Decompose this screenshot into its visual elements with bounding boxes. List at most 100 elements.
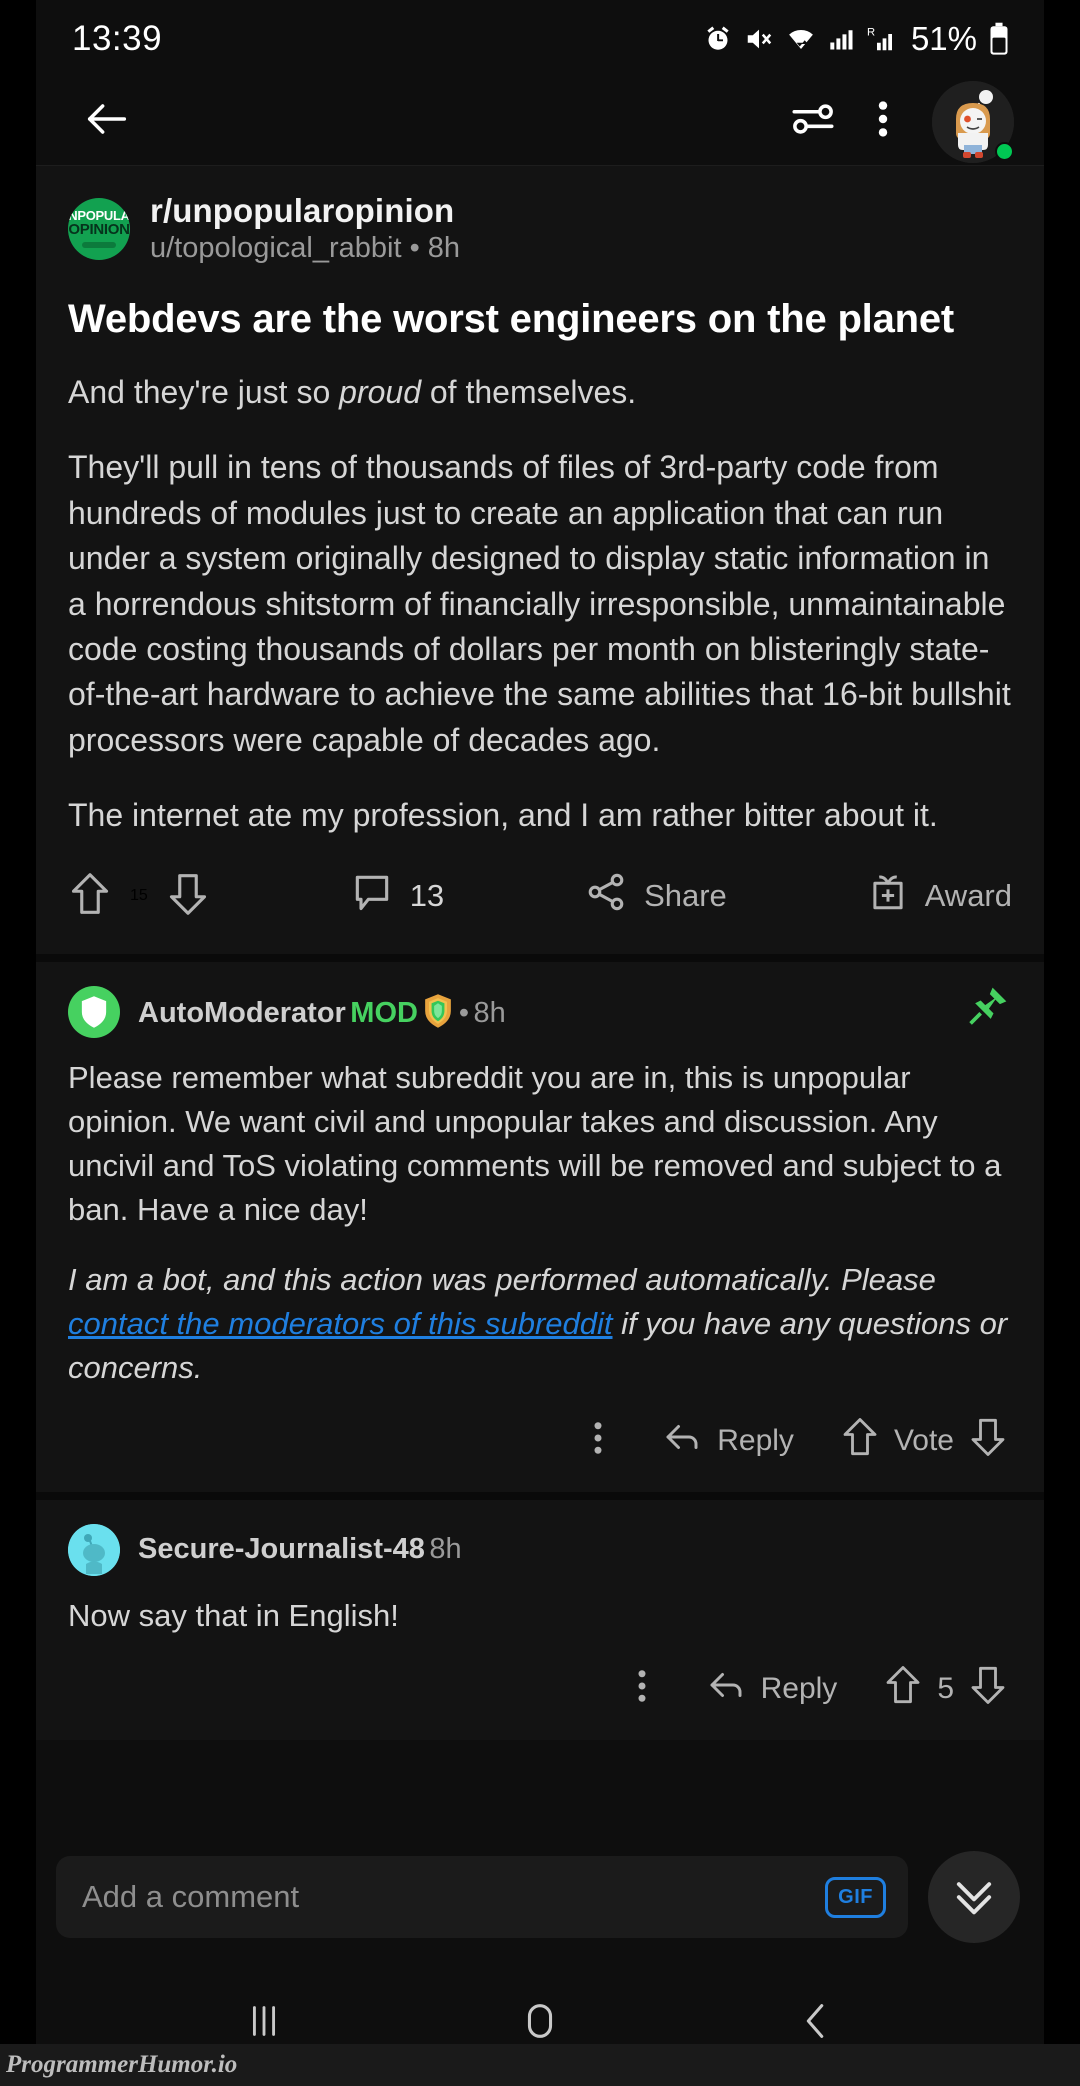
- back-arrow-icon: [81, 93, 133, 150]
- moderator-shield-avatar[interactable]: [68, 985, 120, 1038]
- back-chevron-icon: [793, 1998, 839, 2049]
- comment-body: Please remember what subreddit you are i…: [68, 1056, 1012, 1390]
- double-chevron-down-icon: [948, 1869, 1000, 1926]
- post-header[interactable]: UNPOPULAR OPINION r/unpopularopinion u/t…: [68, 192, 1012, 265]
- comment-time-2: 8h: [429, 1533, 462, 1566]
- phone-screenshot: 13:39 R 51% NPOPULA OPINION r/unpopularo…: [0, 0, 1080, 2086]
- watermark-text: ProgrammerHumor.io: [6, 2051, 238, 2078]
- overflow-menu-button[interactable]: [848, 87, 918, 157]
- post-body: And they're just so proud of themselves.…: [68, 370, 1012, 839]
- comment-reply-button-2[interactable]: Reply: [705, 1664, 838, 1714]
- comment-author[interactable]: AutoModerator: [138, 997, 346, 1029]
- gif-button[interactable]: GIF: [825, 1876, 886, 1918]
- comment-author-line: AutoModerator MOD • 8h: [138, 993, 506, 1030]
- comment-reply-label: Reply: [717, 1423, 794, 1457]
- comment-author-2[interactable]: Secure-Journalist-48: [138, 1533, 425, 1565]
- post-action-bar: 15 13 Share Award: [68, 839, 1012, 954]
- post-share-label: Share: [644, 878, 727, 914]
- pin-icon: [966, 982, 1010, 1035]
- section-divider-2: [36, 1491, 1044, 1500]
- comment-input-placeholder: Add a comment: [82, 1879, 300, 1914]
- signal-icon: [828, 24, 856, 54]
- comment-header: AutoModerator MOD • 8h: [68, 985, 1012, 1038]
- comment-paragraph-1: Please remember what subreddit you are i…: [68, 1059, 1002, 1227]
- status-bar-clock: 13:39: [72, 19, 163, 58]
- subreddit-name[interactable]: r/unpopularopinion: [150, 192, 460, 230]
- bot-footer-pre: I am a bot, and this action was performe…: [68, 1261, 936, 1297]
- comment-bot-footer: I am a bot, and this action was performe…: [68, 1258, 1012, 1390]
- meta-separator: •: [409, 232, 420, 264]
- comment-vote-group: Vote: [840, 1414, 1008, 1468]
- sort-sliders-icon: [788, 94, 838, 149]
- post-comment-count: 13: [409, 878, 445, 914]
- post-share-button[interactable]: Share: [584, 869, 727, 923]
- subreddit-avatar-icon[interactable]: UNPOPULAR OPINION: [68, 197, 130, 260]
- sort-button[interactable]: [778, 87, 848, 157]
- home-icon: [517, 1998, 563, 2049]
- subreddit-avatar-bar: [82, 241, 116, 248]
- comment-author-line-2: Secure-Journalist-48 8h: [138, 1533, 462, 1566]
- scroll-to-next-button[interactable]: [928, 1851, 1020, 1943]
- post: UNPOPULAR OPINION r/unpopularopinion u/t…: [36, 166, 1044, 954]
- downvote-arrow-icon[interactable]: [968, 1414, 1008, 1468]
- post-author[interactable]: u/topological_rabbit: [150, 232, 402, 264]
- comment-reply-button[interactable]: Reply: [661, 1416, 794, 1466]
- comment-automoderator: AutoModerator MOD • 8h Please remember w…: [36, 961, 1044, 1492]
- upvote-arrow-icon[interactable]: [840, 1414, 880, 1468]
- recents-icon: [241, 1998, 287, 2049]
- downvote-arrow-icon[interactable]: [166, 869, 210, 924]
- mod-label: MOD: [350, 997, 418, 1030]
- section-divider: [36, 953, 1044, 962]
- reply-arrow-icon: [705, 1664, 747, 1714]
- add-comment-bar: Add a comment GIF: [36, 1834, 1044, 1960]
- more-vertical-icon: [863, 96, 903, 147]
- post-award-label: Award: [924, 878, 1012, 914]
- roaming-signal-icon: R: [867, 24, 897, 54]
- battery-percent-label: 51%: [910, 20, 977, 57]
- post-score: 15: [130, 887, 148, 905]
- comment-user: Secure-Journalist-48 8h Now say that in …: [36, 1499, 1044, 1740]
- online-status-dot: [995, 141, 1014, 161]
- comment-action-bar: Reply Vote: [68, 1390, 1012, 1492]
- comment-action-bar-2: Reply 5: [68, 1638, 1012, 1740]
- back-button[interactable]: [72, 87, 142, 157]
- battery-icon: [988, 22, 1010, 56]
- comment-overflow-button-2[interactable]: [625, 1665, 659, 1712]
- reply-arrow-icon: [661, 1416, 703, 1466]
- contact-moderators-link[interactable]: contact the moderators of this subreddit: [68, 1306, 613, 1341]
- mute-icon: [744, 24, 774, 54]
- post-award-button[interactable]: Award: [867, 869, 1012, 923]
- alarm-icon: [703, 24, 733, 54]
- downvote-arrow-icon[interactable]: [968, 1662, 1008, 1716]
- watermark: ProgrammerHumor.io: [0, 2044, 1080, 2086]
- post-time: 8h: [427, 232, 461, 264]
- comment-body-2: Now say that in English!: [68, 1594, 1012, 1638]
- status-bar: 13:39 R 51%: [36, 0, 1044, 78]
- subreddit-avatar-line2: OPINION: [68, 221, 130, 239]
- post-meta: r/unpopularopinion u/topological_rabbit …: [150, 192, 460, 265]
- award-gift-icon: [867, 869, 909, 923]
- comment-time: 8h: [473, 997, 506, 1030]
- comment-overflow-button[interactable]: [581, 1417, 615, 1464]
- upvote-arrow-icon[interactable]: [883, 1662, 923, 1716]
- post-vote-group: 15: [68, 869, 210, 924]
- post-paragraph-2: They'll pull in tens of thousands of fil…: [68, 449, 1011, 758]
- share-icon: [584, 869, 628, 923]
- comment-bubble-icon: [350, 869, 394, 923]
- avatar[interactable]: [932, 80, 1014, 163]
- post-paragraph-1: And they're just so proud of themselves.: [68, 373, 637, 410]
- post-author-line: u/topological_rabbit • 8h: [150, 232, 460, 265]
- post-emphasis: proud: [339, 373, 421, 410]
- snoo-avatar-icon[interactable]: [68, 1523, 120, 1576]
- app-toolbar: [36, 78, 1044, 166]
- comment-vote-label: Vote: [893, 1423, 954, 1457]
- upvote-arrow-icon[interactable]: [68, 869, 112, 924]
- reddit-app: 13:39 R 51% NPOPULA OPINION r/unpopularo…: [36, 0, 1044, 2086]
- post-comments-button[interactable]: 13: [350, 869, 444, 923]
- comment-paragraph-2: Now say that in English!: [68, 1597, 399, 1633]
- comment-input[interactable]: Add a comment GIF: [56, 1856, 908, 1938]
- post-paragraph-3: The internet ate my profession, and I am…: [68, 797, 938, 834]
- comment-header-2: Secure-Journalist-48 8h: [68, 1523, 1012, 1576]
- svg-text:R: R: [867, 26, 875, 38]
- comment-reply-label-2: Reply: [760, 1671, 838, 1705]
